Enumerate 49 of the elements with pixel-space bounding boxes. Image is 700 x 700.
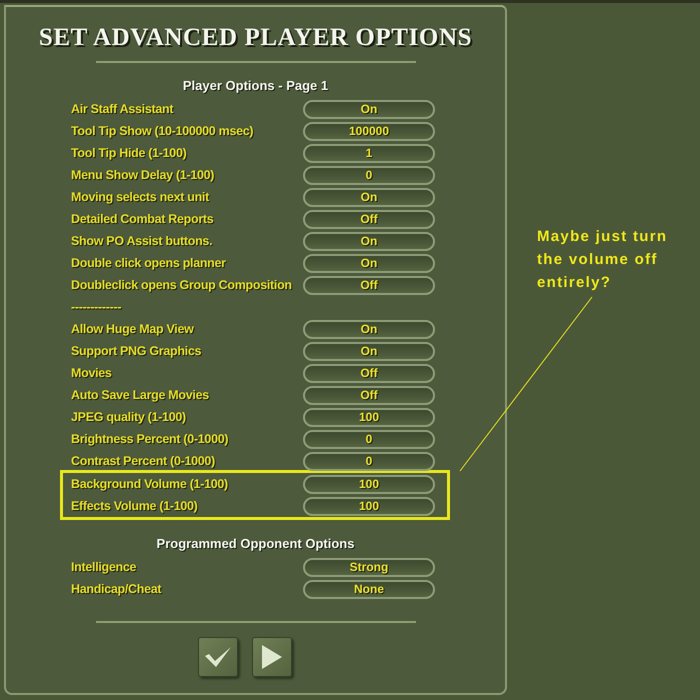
option-label: Brightness Percent (0-1000)	[71, 432, 230, 446]
option-label: Detailed Combat Reports	[71, 212, 214, 226]
option-value-button[interactable]: On	[303, 342, 435, 360]
dialog-title: SET ADVANCED PLAYER OPTIONS	[38, 23, 474, 53]
option-label: Air Staff Assistant	[71, 102, 174, 116]
section-heading: Player Options - Page 1	[182, 77, 330, 95]
confirm-button[interactable]	[198, 637, 238, 677]
option-value-button[interactable]: 0	[303, 166, 435, 184]
option-value-button[interactable]: On	[303, 320, 435, 338]
option-label: Doubleclick opens Group Composition	[71, 278, 293, 292]
option-label: Menu Show Delay (1-100)	[71, 168, 216, 182]
option-value-button[interactable]: None	[303, 580, 435, 598]
option-value-button[interactable]: 1	[303, 144, 435, 162]
option-value-button[interactable]: 0	[303, 452, 435, 470]
option-value-button[interactable]: Off	[303, 386, 435, 404]
option-label: Handicap/Cheat	[71, 582, 162, 596]
next-button[interactable]	[252, 637, 292, 677]
callout-note: Maybe just turn the volume off entirely?	[537, 227, 668, 293]
play-icon	[262, 645, 282, 669]
option-value-button[interactable]: Off	[303, 210, 435, 228]
option-label: Background Volume (1-100)	[71, 477, 229, 491]
option-label: Effects Volume (1-100)	[71, 499, 199, 513]
separator-text: -------------	[71, 300, 122, 314]
option-value-button[interactable]: 100000	[303, 122, 435, 140]
option-label: Moving selects next unit	[71, 190, 210, 204]
option-value-button[interactable]: 100	[303, 474, 435, 494]
option-label: Intelligence	[71, 560, 138, 574]
option-value-button[interactable]: On	[303, 254, 435, 272]
option-label: Support PNG Graphics	[71, 344, 202, 358]
checkmark-icon	[204, 647, 230, 667]
option-value-button[interactable]: On	[303, 100, 435, 118]
option-label: Movies	[71, 366, 113, 380]
option-value-button[interactable]: On	[303, 232, 435, 250]
option-label: Tool Tip Show (10-100000 msec)	[71, 124, 254, 138]
option-label: JPEG quality (1-100)	[71, 410, 187, 424]
option-label: Allow Huge Map View	[71, 322, 195, 336]
option-label: Show PO Assist buttons.	[71, 234, 214, 248]
option-value-button[interactable]: Strong	[303, 558, 435, 576]
option-value-button[interactable]: Off	[303, 364, 435, 382]
option-label: Double click opens planner	[71, 256, 227, 270]
option-value-button[interactable]: 100	[303, 496, 435, 516]
option-value-button[interactable]: On	[303, 188, 435, 206]
option-label: Tool Tip Hide (1-100)	[71, 146, 188, 160]
option-value-button[interactable]: 0	[303, 430, 435, 448]
option-label: Auto Save Large Movies	[71, 388, 210, 402]
section-heading: Programmed Opponent Options	[156, 535, 356, 553]
option-value-button[interactable]: 100	[303, 408, 435, 426]
option-label: Contrast Percent (0-1000)	[71, 454, 216, 468]
option-value-button[interactable]: Off	[303, 276, 435, 294]
